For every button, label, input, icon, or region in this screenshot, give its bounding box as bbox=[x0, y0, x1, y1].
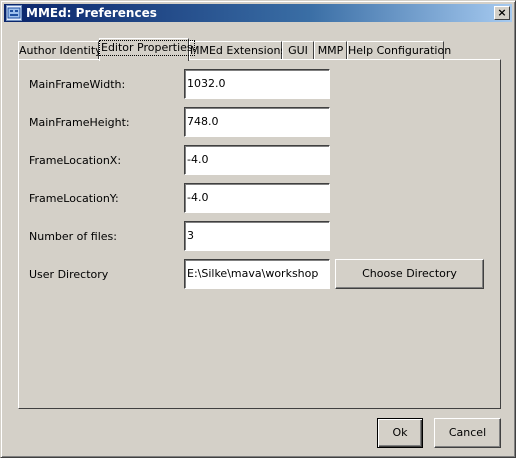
ok-button[interactable]: Ok bbox=[377, 418, 423, 448]
title-bar[interactable]: MMEd: Preferences × bbox=[4, 4, 512, 22]
close-button[interactable]: × bbox=[494, 6, 510, 20]
tab-label: Help Configuration bbox=[348, 44, 452, 57]
tab-label: Editor Properties bbox=[99, 40, 195, 56]
tab-label: GUI bbox=[288, 44, 308, 57]
tab-gui[interactable]: GUI bbox=[282, 41, 314, 61]
tab-help-configuration[interactable]: Help Configuration bbox=[347, 41, 451, 61]
choose-directory-button[interactable]: Choose Directory bbox=[335, 259, 484, 289]
app-icon bbox=[6, 5, 22, 21]
main-frame-height-label: MainFrameHeight: bbox=[29, 116, 130, 129]
editor-properties-panel: MainFrameWidth: 1032.0 MainFrameHeight: … bbox=[18, 59, 501, 409]
close-icon: × bbox=[497, 6, 507, 19]
tab-mmed-extensions[interactable]: MMEd Extensions bbox=[189, 41, 286, 61]
window-title: MMEd: Preferences bbox=[26, 6, 157, 20]
frame-location-x-label: FrameLocationX: bbox=[29, 154, 122, 167]
preferences-window: MMEd: Preferences × Author Identity Edit… bbox=[0, 0, 516, 458]
number-of-files-label: Number of files: bbox=[29, 230, 117, 243]
main-frame-height-field[interactable]: 748.0 bbox=[184, 107, 330, 137]
number-of-files-field[interactable]: 3 bbox=[184, 221, 330, 251]
tab-label: MMP bbox=[317, 44, 344, 57]
user-directory-label: User Directory bbox=[29, 268, 109, 281]
frame-location-y-label: FrameLocationY: bbox=[29, 192, 119, 205]
cancel-button[interactable]: Cancel bbox=[434, 418, 501, 448]
main-frame-width-label: MainFrameWidth: bbox=[29, 78, 126, 91]
user-directory-field[interactable]: E:\Silke\mava\workshop bbox=[184, 259, 330, 289]
tab-editor-properties[interactable]: Editor Properties bbox=[99, 38, 195, 61]
tab-mmp[interactable]: MMP bbox=[314, 41, 347, 61]
tab-label: Author Identity bbox=[19, 44, 102, 57]
tab-author-identity[interactable]: Author Identity bbox=[18, 41, 102, 61]
frame-location-x-field[interactable]: -4.0 bbox=[184, 145, 330, 175]
main-frame-width-field[interactable]: 1032.0 bbox=[184, 69, 330, 99]
frame-location-y-field[interactable]: -4.0 bbox=[184, 183, 330, 213]
tab-label: MMEd Extensions bbox=[190, 44, 287, 57]
